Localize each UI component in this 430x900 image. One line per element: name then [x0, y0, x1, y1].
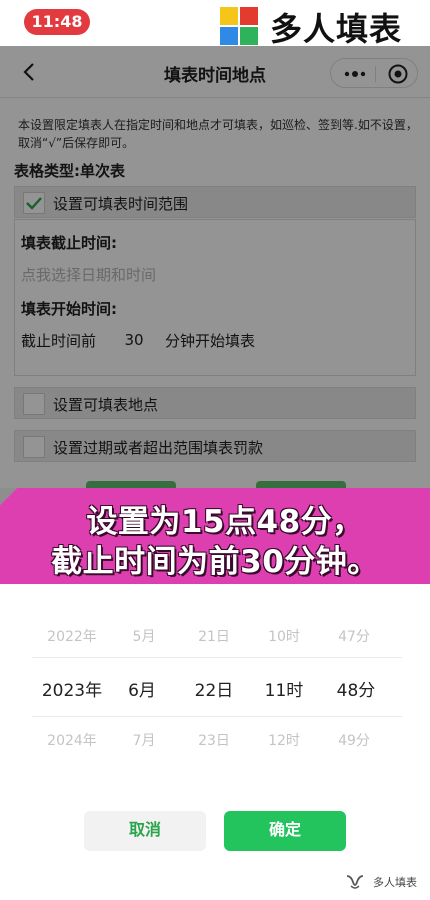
cancel-button[interactable]: 取消: [84, 811, 206, 851]
status-bar: 11:48 多人填表: [0, 0, 430, 48]
picker-month[interactable]: 6月: [114, 676, 170, 701]
status-time: 11:48: [24, 9, 90, 35]
caption-line-1: 设置为15点48分，: [86, 504, 364, 540]
caption-banner: 设置为15点48分， 截止时间为前30分钟。: [0, 488, 430, 584]
logo-block-yellow: [220, 7, 238, 25]
confirm-button[interactable]: 确定: [224, 811, 346, 851]
picker-year-prev[interactable]: 2022年: [36, 626, 108, 646]
picker-hour-next[interactable]: 12时: [256, 730, 312, 750]
caption-line-2: 截止时间为前30分钟。: [51, 544, 379, 580]
picker-minute[interactable]: 48分: [324, 676, 388, 701]
wechat-channel-icon: [346, 875, 364, 889]
picker-minute-prev[interactable]: 47分: [326, 626, 382, 646]
watermark-text: 多人填表: [373, 876, 417, 889]
picker-year-next[interactable]: 2024年: [36, 730, 108, 750]
picker-day-next[interactable]: 23日: [186, 730, 242, 750]
picker-hour-prev[interactable]: 10时: [256, 626, 312, 646]
picker-hour[interactable]: 11时: [254, 676, 314, 701]
brand-name: 多人填表: [270, 10, 403, 48]
picker-minute-next[interactable]: 49分: [326, 730, 382, 750]
datetime-picker-sheet: 2022年 5月 21日 10时 47分 2023年 6月 22日 11时 48…: [0, 584, 430, 900]
picker-month-next[interactable]: 7月: [116, 730, 172, 750]
picker-selection-bottom: [32, 716, 402, 717]
picker-month-prev[interactable]: 5月: [116, 626, 172, 646]
logo-block-blue: [220, 27, 238, 45]
picker-year[interactable]: 2023年: [30, 676, 114, 701]
picker-selection-top: [32, 657, 402, 658]
picker-day[interactable]: 22日: [184, 676, 244, 701]
logo-block-red: [240, 7, 258, 25]
logo-block-green: [240, 27, 258, 45]
brand-logo-icon: [220, 7, 258, 45]
picker-day-prev[interactable]: 21日: [186, 626, 242, 646]
